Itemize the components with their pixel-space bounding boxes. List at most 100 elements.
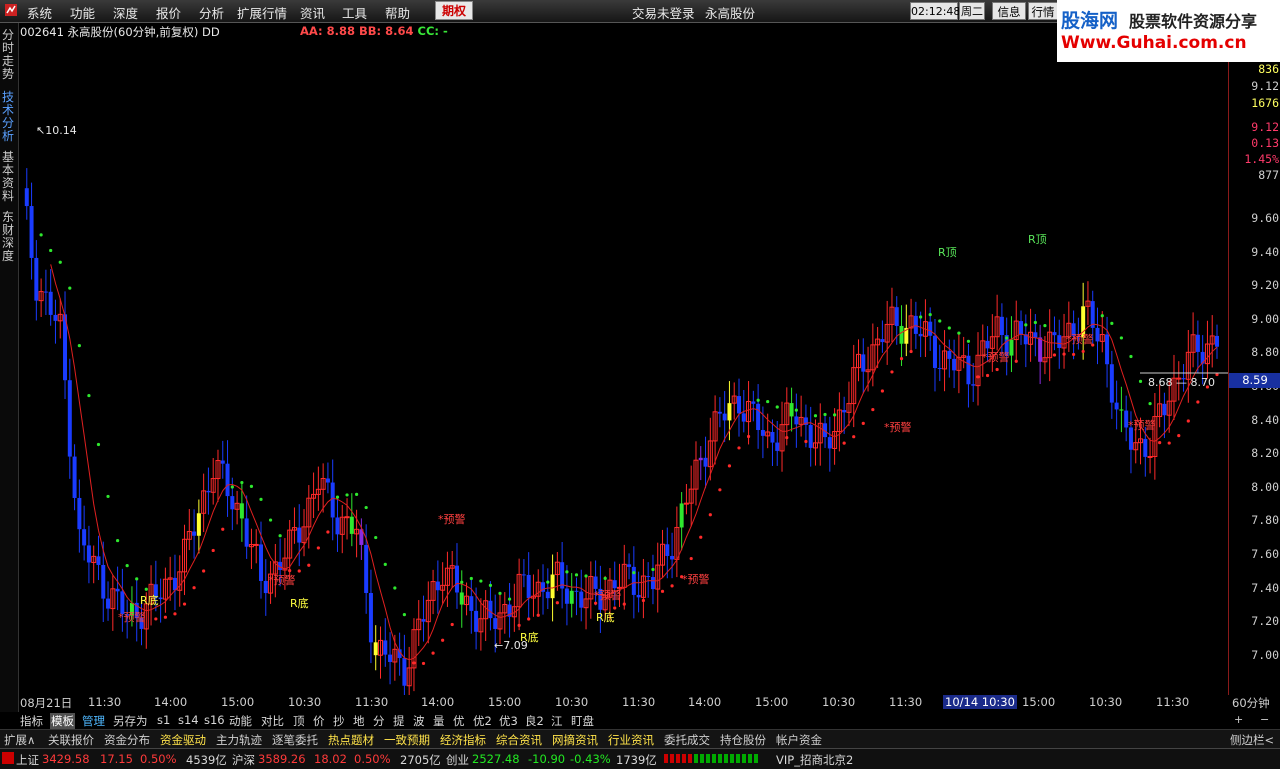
tool-indicator[interactable]: 指标 bbox=[20, 713, 43, 729]
feature-industry-news[interactable]: 行业资讯 bbox=[608, 732, 654, 748]
info-button[interactable]: 信息 bbox=[992, 2, 1026, 20]
trend-dot bbox=[756, 398, 760, 402]
cy-index-name[interactable]: 创业 bbox=[446, 752, 469, 768]
server-name[interactable]: VIP_招商北京2 bbox=[776, 752, 853, 768]
warn-signal-label: *预警 bbox=[438, 512, 466, 526]
menu-function[interactable]: 功能 bbox=[70, 3, 95, 22]
tab-intraday[interactable]: 分时走势 bbox=[2, 29, 16, 81]
warn-signal-label: *预警 bbox=[682, 572, 710, 586]
period-label[interactable]: 60分钟 bbox=[1232, 695, 1270, 711]
trend-dot bbox=[87, 393, 91, 398]
candle-body bbox=[612, 580, 617, 589]
tool-liang2[interactable]: 良2 bbox=[525, 713, 544, 729]
tool-di[interactable]: 地 bbox=[353, 713, 365, 729]
trend-dot bbox=[202, 569, 206, 573]
trend-dot bbox=[727, 464, 732, 468]
trend-dot bbox=[613, 606, 617, 610]
tab-deep[interactable]: 东财深度 bbox=[2, 211, 16, 263]
tool-jiang[interactable]: 江 bbox=[551, 713, 563, 729]
app-icon[interactable] bbox=[4, 3, 18, 20]
tool-top[interactable]: 顶 bbox=[293, 713, 305, 729]
tool-save-as[interactable]: 另存为 bbox=[113, 713, 148, 729]
candle-body bbox=[1038, 337, 1043, 362]
high-price-label: ↖10.14 bbox=[36, 124, 77, 137]
feature-economic[interactable]: 经济指标 bbox=[440, 732, 486, 748]
trend-dot bbox=[594, 601, 598, 605]
zoom-in-button[interactable]: + bbox=[1234, 713, 1243, 726]
menu-news[interactable]: 资讯 bbox=[300, 3, 325, 22]
feature-general-news[interactable]: 综合资讯 bbox=[496, 732, 542, 748]
candle-body bbox=[670, 555, 675, 560]
trend-dot bbox=[1052, 353, 1057, 357]
tool-ti[interactable]: 提 bbox=[393, 713, 405, 729]
tool-compare[interactable]: 对比 bbox=[261, 713, 284, 729]
candle-body bbox=[459, 592, 464, 605]
menu-help[interactable]: 帮助 bbox=[385, 3, 410, 22]
feature-holdings[interactable]: 持仓股份 bbox=[720, 732, 766, 748]
candle-body bbox=[225, 463, 230, 497]
axis-top-vol2: 877 bbox=[1258, 168, 1279, 182]
trend-dot bbox=[1033, 320, 1037, 325]
feature-account[interactable]: 帐户资金 bbox=[776, 732, 822, 748]
tool-liang[interactable]: 量 bbox=[433, 713, 445, 729]
sidebar-toggle[interactable]: 侧边栏< bbox=[1230, 732, 1274, 748]
tool-watch[interactable]: 盯盘 bbox=[571, 713, 594, 729]
trade-status[interactable]: 交易未登录 bbox=[632, 3, 695, 22]
trend-dot bbox=[364, 505, 368, 510]
axis-top-volume: 836 bbox=[1258, 62, 1279, 76]
trend-dot bbox=[135, 577, 139, 581]
tool-s1[interactable]: s1 bbox=[157, 713, 170, 727]
tool-chao[interactable]: 抄 bbox=[333, 713, 345, 729]
tool-momentum[interactable]: 动能 bbox=[229, 713, 252, 729]
trend-dot bbox=[173, 612, 177, 616]
menu-depth[interactable]: 深度 bbox=[113, 3, 138, 22]
candle-body bbox=[545, 591, 550, 599]
tool-you[interactable]: 优 bbox=[453, 713, 465, 729]
tool-you2[interactable]: 优2 bbox=[473, 713, 492, 729]
tab-technical[interactable]: 技术分析 bbox=[2, 91, 16, 143]
feature-order-detail[interactable]: 逐笔委托 bbox=[272, 732, 318, 748]
menu-quote[interactable]: 报价 bbox=[156, 3, 181, 22]
trend-dot bbox=[1196, 400, 1200, 404]
tool-fen[interactable]: 分 bbox=[373, 713, 385, 729]
menu-tools[interactable]: 工具 bbox=[342, 3, 367, 22]
quote-button[interactable]: 行情 bbox=[1028, 2, 1058, 20]
menu-system[interactable]: 系统 bbox=[27, 3, 52, 22]
feature-main-track[interactable]: 主力轨迹 bbox=[216, 732, 262, 748]
tool-price[interactable]: 价 bbox=[313, 713, 325, 729]
feature-related-quote[interactable]: 关联报价 bbox=[48, 732, 94, 748]
feature-fund-distribution[interactable]: 资金分布 bbox=[104, 732, 150, 748]
tab-options[interactable]: 期权 bbox=[435, 1, 473, 20]
trend-dot bbox=[928, 313, 932, 317]
trend-dot bbox=[431, 651, 435, 655]
stock-name-link[interactable]: 永高股份 bbox=[705, 3, 755, 22]
feature-consensus[interactable]: 一致预期 bbox=[384, 732, 430, 748]
trend-dot bbox=[1062, 352, 1066, 356]
sh-index-name[interactable]: 上证 bbox=[16, 752, 39, 768]
candle-body bbox=[1052, 332, 1057, 336]
feature-expand[interactable]: 扩展∧ bbox=[4, 732, 35, 748]
feature-fund-drive[interactable]: 资金驱动 bbox=[160, 732, 206, 748]
menu-analysis[interactable]: 分析 bbox=[199, 3, 224, 22]
candle-body bbox=[789, 403, 794, 417]
candle-body bbox=[1019, 321, 1024, 335]
tool-s14[interactable]: s14 bbox=[178, 713, 199, 727]
feature-orders[interactable]: 委托成交 bbox=[664, 732, 710, 748]
cy-index-price: 2527.48 bbox=[472, 752, 520, 766]
tool-template[interactable]: 模板 bbox=[50, 713, 75, 729]
tab-fundamental[interactable]: 基本资料 bbox=[2, 151, 16, 203]
tool-you3[interactable]: 优3 bbox=[499, 713, 518, 729]
feature-web-news[interactable]: 网摘资讯 bbox=[552, 732, 598, 748]
kline-chart[interactable]: ↖10.14←7.098.68 — 8.70R顶R顶R底 R底R底R底*预警*预警… bbox=[18, 23, 1228, 695]
trend-dot bbox=[660, 589, 665, 593]
feature-hot-topics[interactable]: 热点题材 bbox=[328, 732, 374, 748]
zoom-out-button[interactable]: − bbox=[1260, 713, 1269, 726]
candle-body bbox=[77, 497, 82, 530]
hs-index-name[interactable]: 沪深 bbox=[232, 752, 255, 768]
tool-bo[interactable]: 波 bbox=[413, 713, 425, 729]
menu-ext-market[interactable]: 扩展行情 bbox=[237, 3, 287, 22]
tool-s16[interactable]: s16 bbox=[204, 713, 225, 727]
trend-dot bbox=[479, 579, 483, 583]
tool-manage[interactable]: 管理 bbox=[82, 713, 105, 729]
trend-dot bbox=[1138, 379, 1143, 384]
